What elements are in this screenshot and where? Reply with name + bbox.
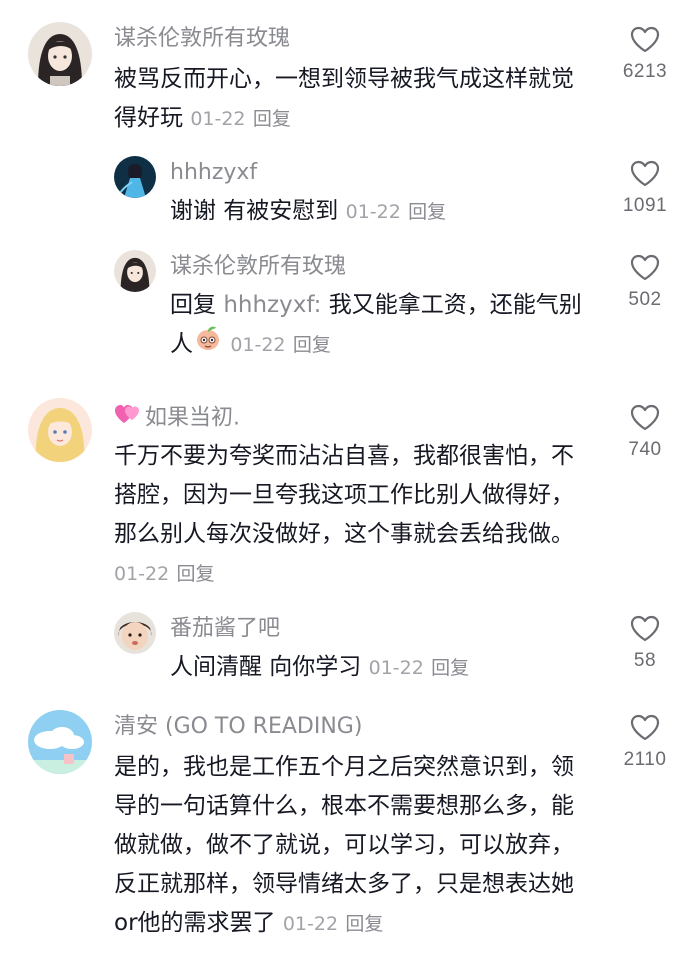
mention-link[interactable]: hhhzyxf:	[223, 292, 321, 318]
heart-icon	[630, 160, 660, 187]
like-count: 6213	[622, 61, 668, 82]
avatar[interactable]	[28, 22, 92, 86]
like-button[interactable]: 6213	[612, 26, 678, 83]
avatar[interactable]	[114, 156, 156, 198]
comment-text: 千万不要为夸奖而沾沾自喜，我都很害怕，不搭腔，因为一旦夸我这项工作比别人做得好，…	[114, 437, 594, 594]
comment-username[interactable]: 清安 (GO TO READING)	[114, 712, 362, 742]
heart-icon	[630, 404, 660, 431]
like-button[interactable]: 740	[612, 404, 678, 461]
heart-icon	[630, 254, 660, 281]
peach-face-emoji	[195, 325, 221, 364]
avatar-sky-cloud-image	[28, 710, 92, 774]
comment-username[interactable]: 谋杀伦敦所有玫瑰	[114, 24, 290, 54]
comment-text: 被骂反而开心，一想到领导被我气成这样就觉得好玩 01-22 回复	[114, 60, 594, 139]
reply-prefix: 回复	[170, 292, 216, 318]
reply-button[interactable]: 回复	[431, 657, 469, 679]
avatar-child-photo-image	[114, 612, 156, 654]
reply-date: 01-22	[230, 334, 286, 356]
reply-text: 谢谢 有被安慰到 01-22 回复	[170, 192, 590, 232]
avatar[interactable]	[114, 612, 156, 654]
reply-text: 回复 hhhzyxf: 我又能拿工资，还能气别人 01-22 回复	[170, 286, 590, 365]
comment-date: 01-22	[282, 913, 339, 935]
avatar[interactable]	[28, 710, 92, 774]
comment-date: 01-22	[114, 563, 170, 585]
like-button[interactable]: 502	[612, 254, 678, 311]
like-button[interactable]: 58	[612, 615, 678, 672]
like-count: 2110	[623, 749, 667, 770]
heart-icon	[630, 26, 660, 53]
username-text: 如果当初.	[145, 405, 240, 431]
reply-username[interactable]: 谋杀伦敦所有玫瑰	[170, 252, 346, 282]
heart-icon	[630, 615, 660, 642]
like-count: 740	[628, 439, 662, 460]
reply-button[interactable]: 回复	[253, 108, 291, 130]
avatar-anime-girl-image	[114, 250, 156, 292]
comment-username[interactable]: 如果当初.	[114, 402, 240, 435]
reply-username[interactable]: 番茄酱了吧	[170, 614, 280, 644]
reply-button[interactable]: 回复	[345, 913, 383, 935]
reply-button[interactable]: 回复	[293, 334, 331, 356]
reply-username[interactable]: hhhzyxf	[170, 158, 257, 188]
avatar-blonde-girl-image	[28, 398, 92, 462]
comment-body: 千万不要为夸奖而沾沾自喜，我都很害怕，不搭腔，因为一旦夸我这项工作比别人做得好，…	[114, 443, 574, 547]
comment-body: 是的，我也是工作五个月之后突然意识到，领导的一句话算什么，根本不需要想那么多，能…	[114, 754, 574, 936]
reply-body: 人间清醒 向你学习	[170, 654, 362, 680]
like-count: 502	[628, 289, 662, 310]
avatar[interactable]	[28, 398, 92, 462]
reply-button[interactable]: 回复	[408, 201, 446, 223]
heart-icon	[630, 714, 660, 741]
reply-date: 01-22	[368, 657, 424, 679]
like-button[interactable]: 2110	[612, 714, 678, 771]
like-count: 1091	[622, 195, 668, 216]
like-count: 58	[633, 650, 657, 671]
reply-date: 01-22	[345, 201, 401, 223]
reply-button[interactable]: 回复	[177, 563, 215, 585]
reply-body: 谢谢 有被安慰到	[170, 198, 339, 224]
avatar-anime-girl-image	[28, 22, 92, 86]
avatar[interactable]	[114, 250, 156, 292]
comment-body: 被骂反而开心，一想到领导被我气成这样就觉得好玩	[114, 66, 574, 131]
avatar-blue-dress-image	[114, 156, 156, 198]
like-button[interactable]: 1091	[612, 160, 678, 217]
pink-heart-icon	[114, 402, 142, 435]
comment-text: 是的，我也是工作五个月之后突然意识到，领导的一句话算什么，根本不需要想那么多，能…	[114, 748, 594, 944]
comment-date: 01-22	[190, 108, 246, 130]
reply-text: 人间清醒 向你学习 01-22 回复	[170, 648, 590, 688]
